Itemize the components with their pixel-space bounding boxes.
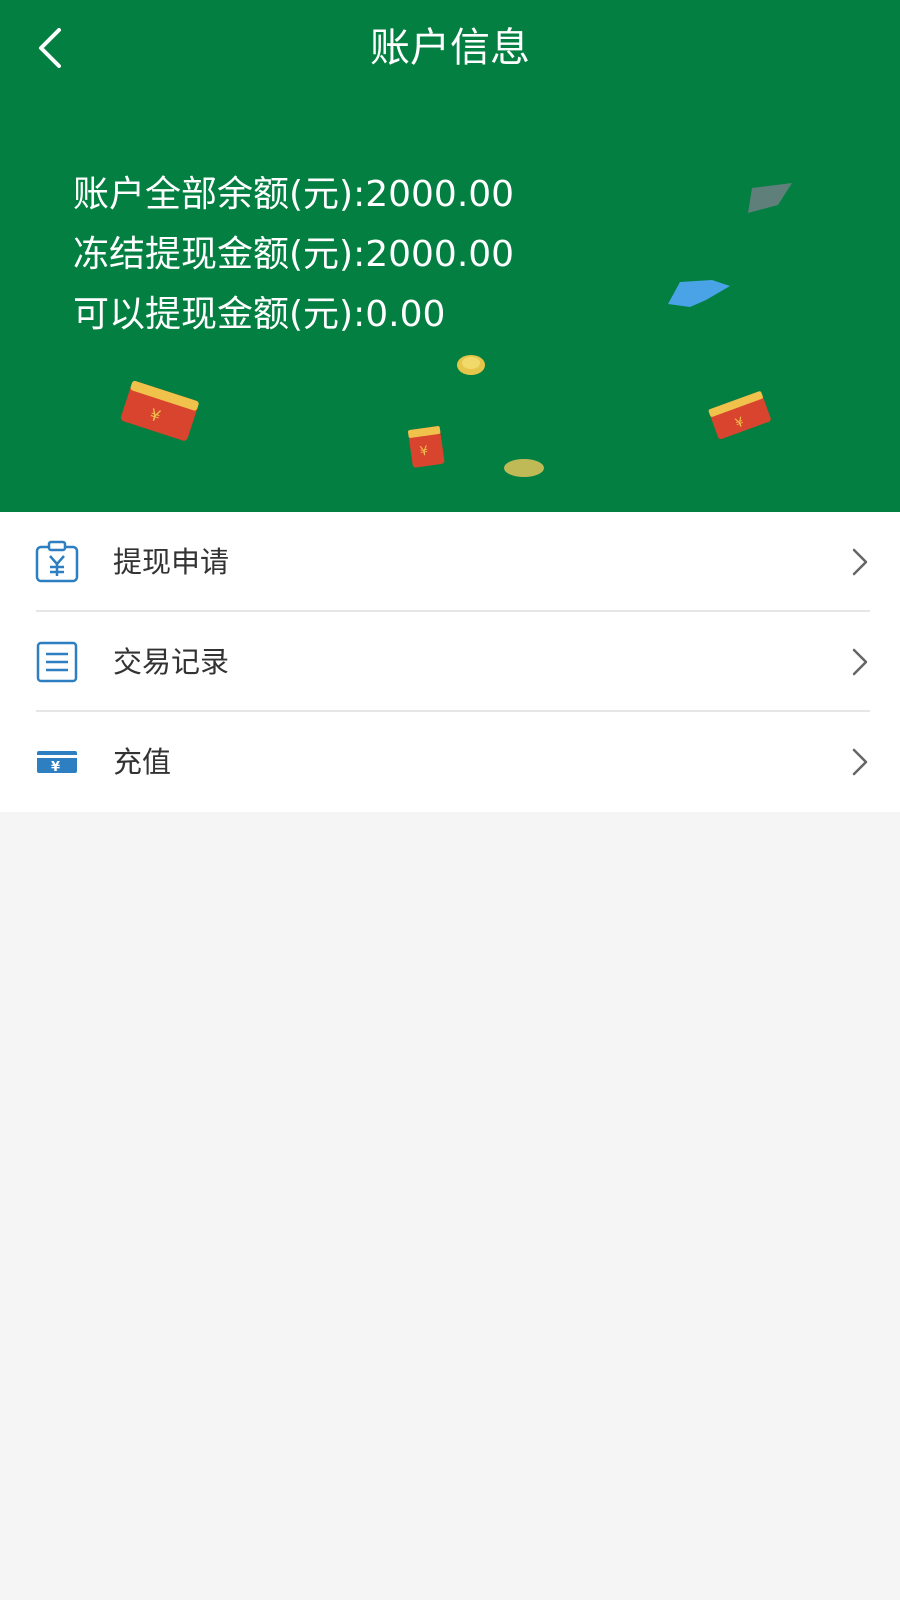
menu-item-label: 提现申请 [113,545,230,579]
coin-icon [504,459,544,477]
menu-item-withdraw-request[interactable]: 提现申请 [0,512,900,612]
red-envelope-icon: ¥ [120,380,199,441]
recharge-card-icon: ¥ [37,751,77,775]
menu-item-transaction-records[interactable]: 交易记录 [0,612,900,712]
account-menu: 提现申请 交易记录 ¥ 充值 [0,512,900,812]
menu-item-recharge[interactable]: ¥ 充值 [0,712,900,812]
menu-item-label: 充值 [113,745,172,779]
page-title: 账户信息 [370,25,530,71]
frozen-balance-text: 冻结提现金额(元):2000.00 [73,234,515,275]
red-envelope-icon: ¥ [408,426,445,468]
bill-grey-icon [748,183,792,213]
total-balance-text: 账户全部余额(元):2000.00 [73,174,515,215]
list-document-icon [36,641,78,683]
bill-blue-icon [668,280,730,307]
menu-item-label: 交易记录 [113,645,230,679]
available-balance-text: 可以提现金额(元):0.00 [73,294,446,335]
account-header: ¥ ¥ ¥ 账户信息 账户全部余额(元):2000.00 冻结提现金额(元):2… [0,0,900,512]
chevron-right-icon [852,548,868,576]
svg-text:¥: ¥ [51,760,60,775]
red-envelope-icon: ¥ [708,391,771,440]
balance-summary: 账户全部余额(元):2000.00 冻结提现金额(元):2000.00 可以提现… [73,165,514,345]
withdraw-clipboard-icon [35,540,79,583]
chevron-right-icon [852,748,868,776]
chevron-right-icon [852,648,868,676]
